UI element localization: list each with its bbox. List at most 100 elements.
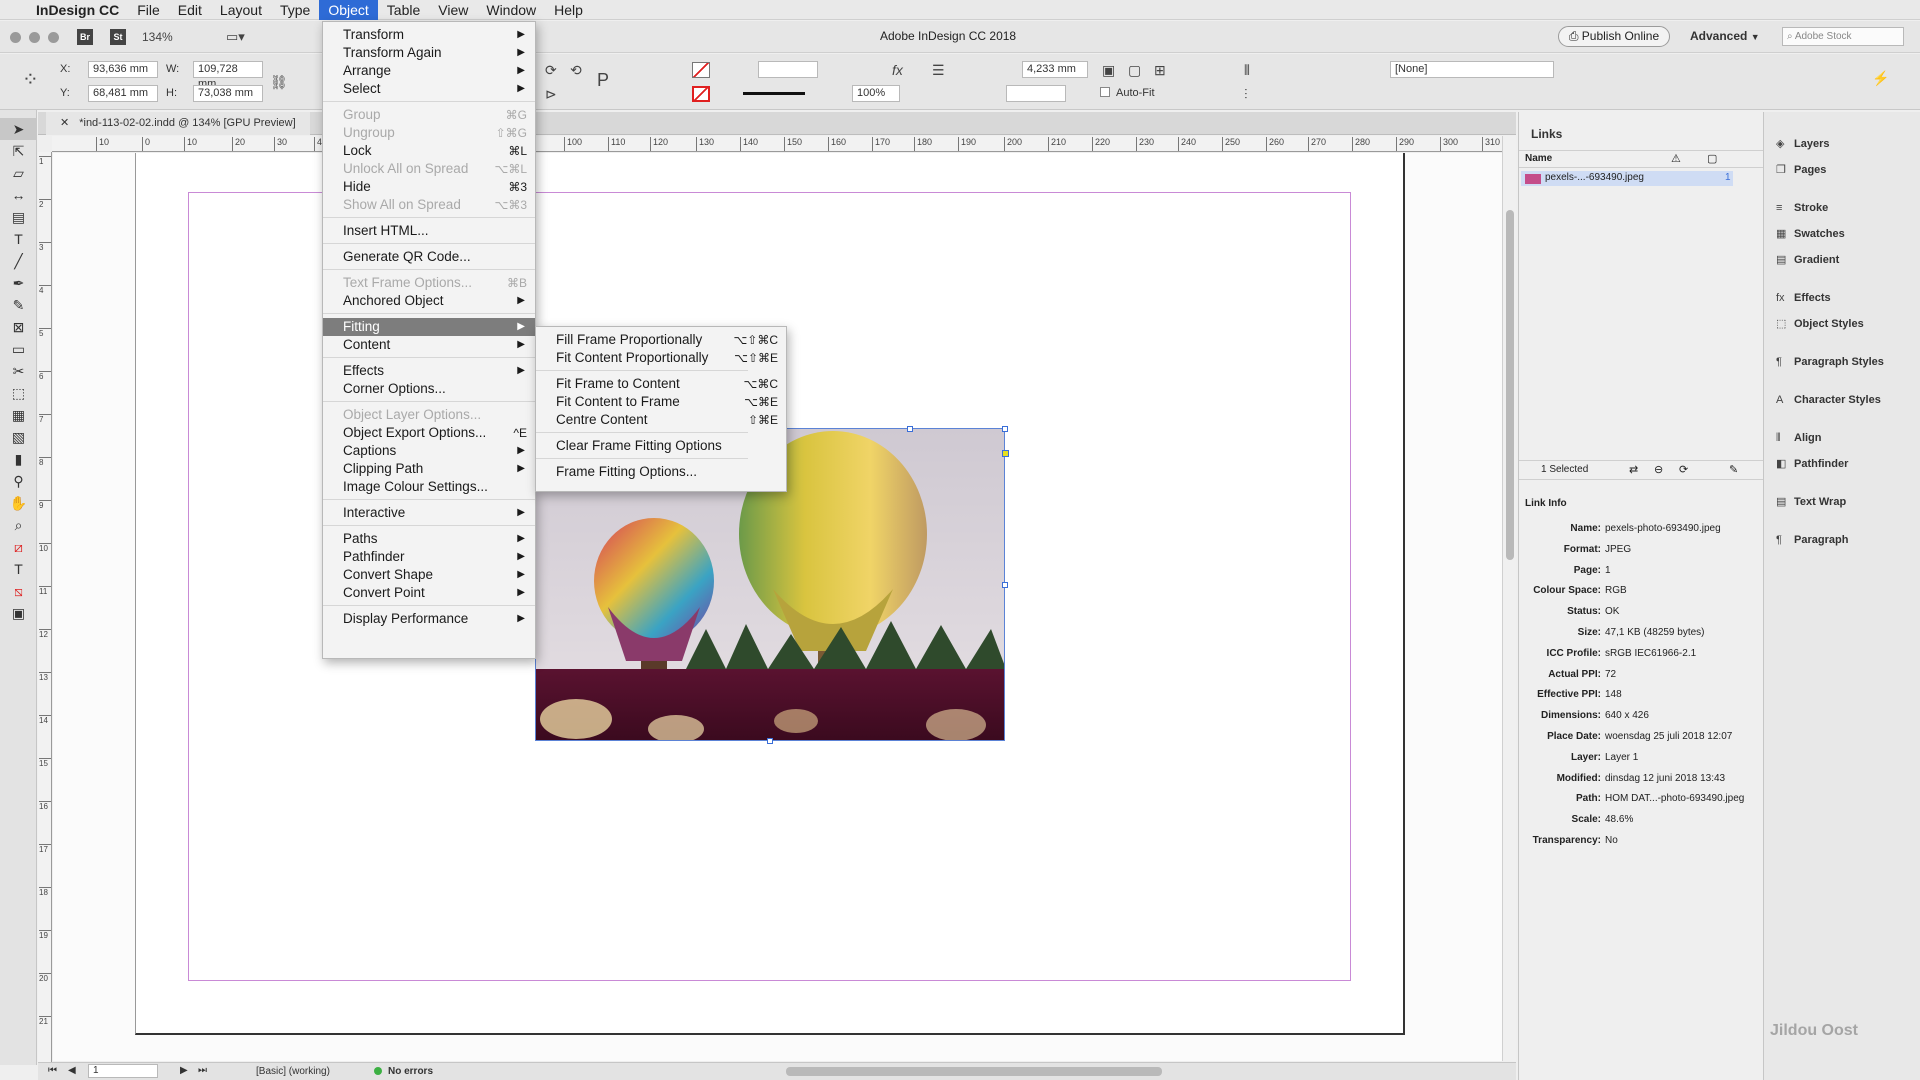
dock-pathfinder[interactable]: ◧ Pathfinder (1776, 454, 1848, 474)
stroke-swatch-icon[interactable] (692, 86, 710, 102)
gradient-feather-tool-icon[interactable]: ▧ (0, 426, 37, 448)
menu-window[interactable]: Window (477, 0, 545, 20)
menu-item-clear-frame-fitting-options[interactable]: Clear Frame Fitting Options (536, 437, 786, 455)
page-column-icon[interactable]: ▢ (1707, 152, 1717, 165)
align-left-icon[interactable]: ☰ (932, 62, 945, 78)
menu-item-transform[interactable]: Transform ▶ (323, 26, 535, 44)
menu-item-centre-content[interactable]: Centre Content ⇧⌘E (536, 411, 786, 429)
scissors-tool-icon[interactable]: ✂ (0, 360, 37, 382)
menu-edit[interactable]: Edit (169, 0, 211, 20)
menu-item-convert-point[interactable]: Convert Point ▶ (323, 584, 535, 602)
window-minimize-button[interactable] (29, 32, 40, 43)
menu-item-content[interactable]: Content ▶ (323, 336, 535, 354)
flip-icon[interactable]: ⊳ (545, 86, 557, 102)
type-tool-icon[interactable]: T (0, 228, 37, 250)
page-number-field[interactable]: 1 (88, 1064, 158, 1078)
rotate-ccw-icon[interactable]: ⟲ (570, 62, 582, 78)
pencil-tool-icon[interactable]: ✎ (0, 294, 37, 316)
link-row-selected[interactable]: pexels-...-693490.jpeg 1 (1521, 171, 1733, 186)
horizontal-scroll-thumb[interactable] (786, 1067, 1162, 1076)
menu-item-corner-options[interactable]: Corner Options... (323, 380, 535, 398)
publish-online-button[interactable]: ⎙ Publish Online (1558, 26, 1670, 47)
dock-gradient[interactable]: ▤ Gradient (1776, 250, 1839, 270)
menu-layout[interactable]: Layout (211, 0, 271, 20)
horizontal-ruler[interactable]: 1001020304010011012013014015016017018019… (52, 136, 1502, 152)
menu-item-pathfinder[interactable]: Pathfinder ▶ (323, 548, 535, 566)
stock-button[interactable]: St (110, 29, 126, 45)
menu-item-interactive[interactable]: Interactive ▶ (323, 504, 535, 522)
reference-point-icon[interactable]: ⁘ (22, 70, 39, 90)
opacity-field[interactable]: 100% (852, 85, 900, 102)
menu-type[interactable]: Type (271, 0, 319, 20)
links-tab[interactable]: Links (1531, 127, 1562, 141)
distribute-icon[interactable]: ⫶ (1244, 86, 1248, 102)
menu-table[interactable]: Table (378, 0, 429, 20)
menu-item-clipping-path[interactable]: Clipping Path ▶ (323, 460, 535, 478)
vertical-scroll-thumb[interactable] (1506, 210, 1514, 560)
x-position-field[interactable]: 93,636 mm (88, 61, 158, 78)
type-on-path-icon[interactable]: P (597, 71, 609, 89)
adobe-stock-search[interactable]: ⌕ Adobe Stock (1782, 27, 1904, 46)
menu-item-insert-html[interactable]: Insert HTML... (323, 222, 535, 240)
menu-item-object-export-options[interactable]: Object Export Options... ^E (323, 424, 535, 442)
window-zoom-button[interactable] (48, 32, 59, 43)
apply-none-icon[interactable]: ⧅ (0, 580, 37, 602)
stroke-offset-field[interactable]: 4,233 mm (1022, 61, 1088, 78)
dock-layers[interactable]: ◈ Layers (1776, 134, 1829, 154)
height-field[interactable]: 73,038 mm (193, 85, 263, 102)
auto-fit-checkbox[interactable] (1100, 87, 1110, 97)
dock-character-styles[interactable]: A Character Styles (1776, 390, 1881, 410)
object-style-select[interactable]: [None] (1390, 61, 1554, 78)
frame-fit-content-icon[interactable]: ▢ (1128, 62, 1141, 78)
workspace-switcher[interactable]: Advanced ▼ (1690, 29, 1760, 43)
align-objects-icon[interactable]: ⫴ (1244, 62, 1250, 78)
menu-help[interactable]: Help (545, 0, 592, 20)
screen-mode-tool-icon[interactable]: ▣ (0, 602, 37, 624)
bridge-button[interactable]: Br (77, 29, 93, 45)
window-close-button[interactable] (10, 32, 21, 43)
y-position-field[interactable]: 68,481 mm (88, 85, 158, 102)
menu-item-anchored-object[interactable]: Anchored Object ▶ (323, 292, 535, 310)
app-menu[interactable]: InDesign CC (27, 0, 128, 20)
menu-item-paths[interactable]: Paths ▶ (323, 530, 535, 548)
edit-original-icon[interactable]: ✎ (1729, 463, 1738, 476)
dock-paragraph[interactable]: ¶ Paragraph (1776, 530, 1848, 550)
menu-item-lock[interactable]: Lock ⌘L (323, 142, 535, 160)
name-column-header[interactable]: Name (1525, 153, 1552, 164)
menu-item-captions[interactable]: Captions ▶ (323, 442, 535, 460)
close-tab-icon[interactable]: ✕ (60, 117, 69, 129)
frame-handle-right[interactable] (1002, 582, 1008, 588)
menu-item-convert-shape[interactable]: Convert Shape ▶ (323, 566, 535, 584)
frame-handle-top[interactable] (907, 426, 913, 432)
dock-text-wrap[interactable]: ▤ Text Wrap (1776, 492, 1846, 512)
menu-item-image-colour-settings[interactable]: Image Colour Settings... (323, 478, 535, 496)
menu-view[interactable]: View (429, 0, 477, 20)
dock-align[interactable]: ⫴ Align (1776, 428, 1822, 448)
selection-tool-icon[interactable]: ➤ (0, 118, 37, 140)
menu-item-fitting[interactable]: Fitting ▶ (323, 318, 535, 336)
menu-item-generate-qr-code[interactable]: Generate QR Code... (323, 248, 535, 266)
menu-item-fill-frame-proportionally[interactable]: Fill Frame Proportionally ⌥⇧⌘C (536, 331, 786, 349)
menu-item-frame-fitting-options[interactable]: Frame Fitting Options... (536, 463, 786, 481)
update-link-icon[interactable]: ⟳ (1679, 463, 1688, 476)
hand-tool-icon[interactable]: ✋ (0, 492, 37, 514)
warning-column-icon[interactable]: ⚠ (1671, 152, 1681, 165)
frame-handle-top-right[interactable] (1002, 426, 1008, 432)
menu-item-fit-content-to-frame[interactable]: Fit Content to Frame ⌥⌘E (536, 393, 786, 411)
fill-swatch-icon[interactable] (692, 62, 710, 78)
width-field[interactable]: 109,728 mm (193, 61, 263, 90)
relink-icon[interactable]: ⇄ (1629, 463, 1638, 476)
menu-object[interactable]: Object (319, 0, 378, 20)
frame-fit-fill-icon[interactable]: ▣ (1102, 62, 1115, 78)
document-tab[interactable]: ✕ *ind-113-02-02.indd @ 134% [GPU Preview… (46, 112, 310, 135)
dock-object-styles[interactable]: ⬚ Object Styles (1776, 314, 1864, 334)
menu-file[interactable]: File (128, 0, 169, 20)
dock-paragraph-styles[interactable]: ¶ Paragraph Styles (1776, 352, 1884, 372)
apple-menu-icon[interactable] (0, 0, 27, 20)
menu-item-arrange[interactable]: Arrange ▶ (323, 62, 535, 80)
direct-selection-tool-icon[interactable]: ⇱ (0, 140, 37, 162)
stroke-type-select[interactable] (743, 92, 805, 95)
dock-swatches[interactable]: ▦ Swatches (1776, 224, 1845, 244)
quick-apply-icon[interactable]: ⚡ (1872, 70, 1889, 86)
preflight-status[interactable]: No errors (388, 1066, 433, 1077)
